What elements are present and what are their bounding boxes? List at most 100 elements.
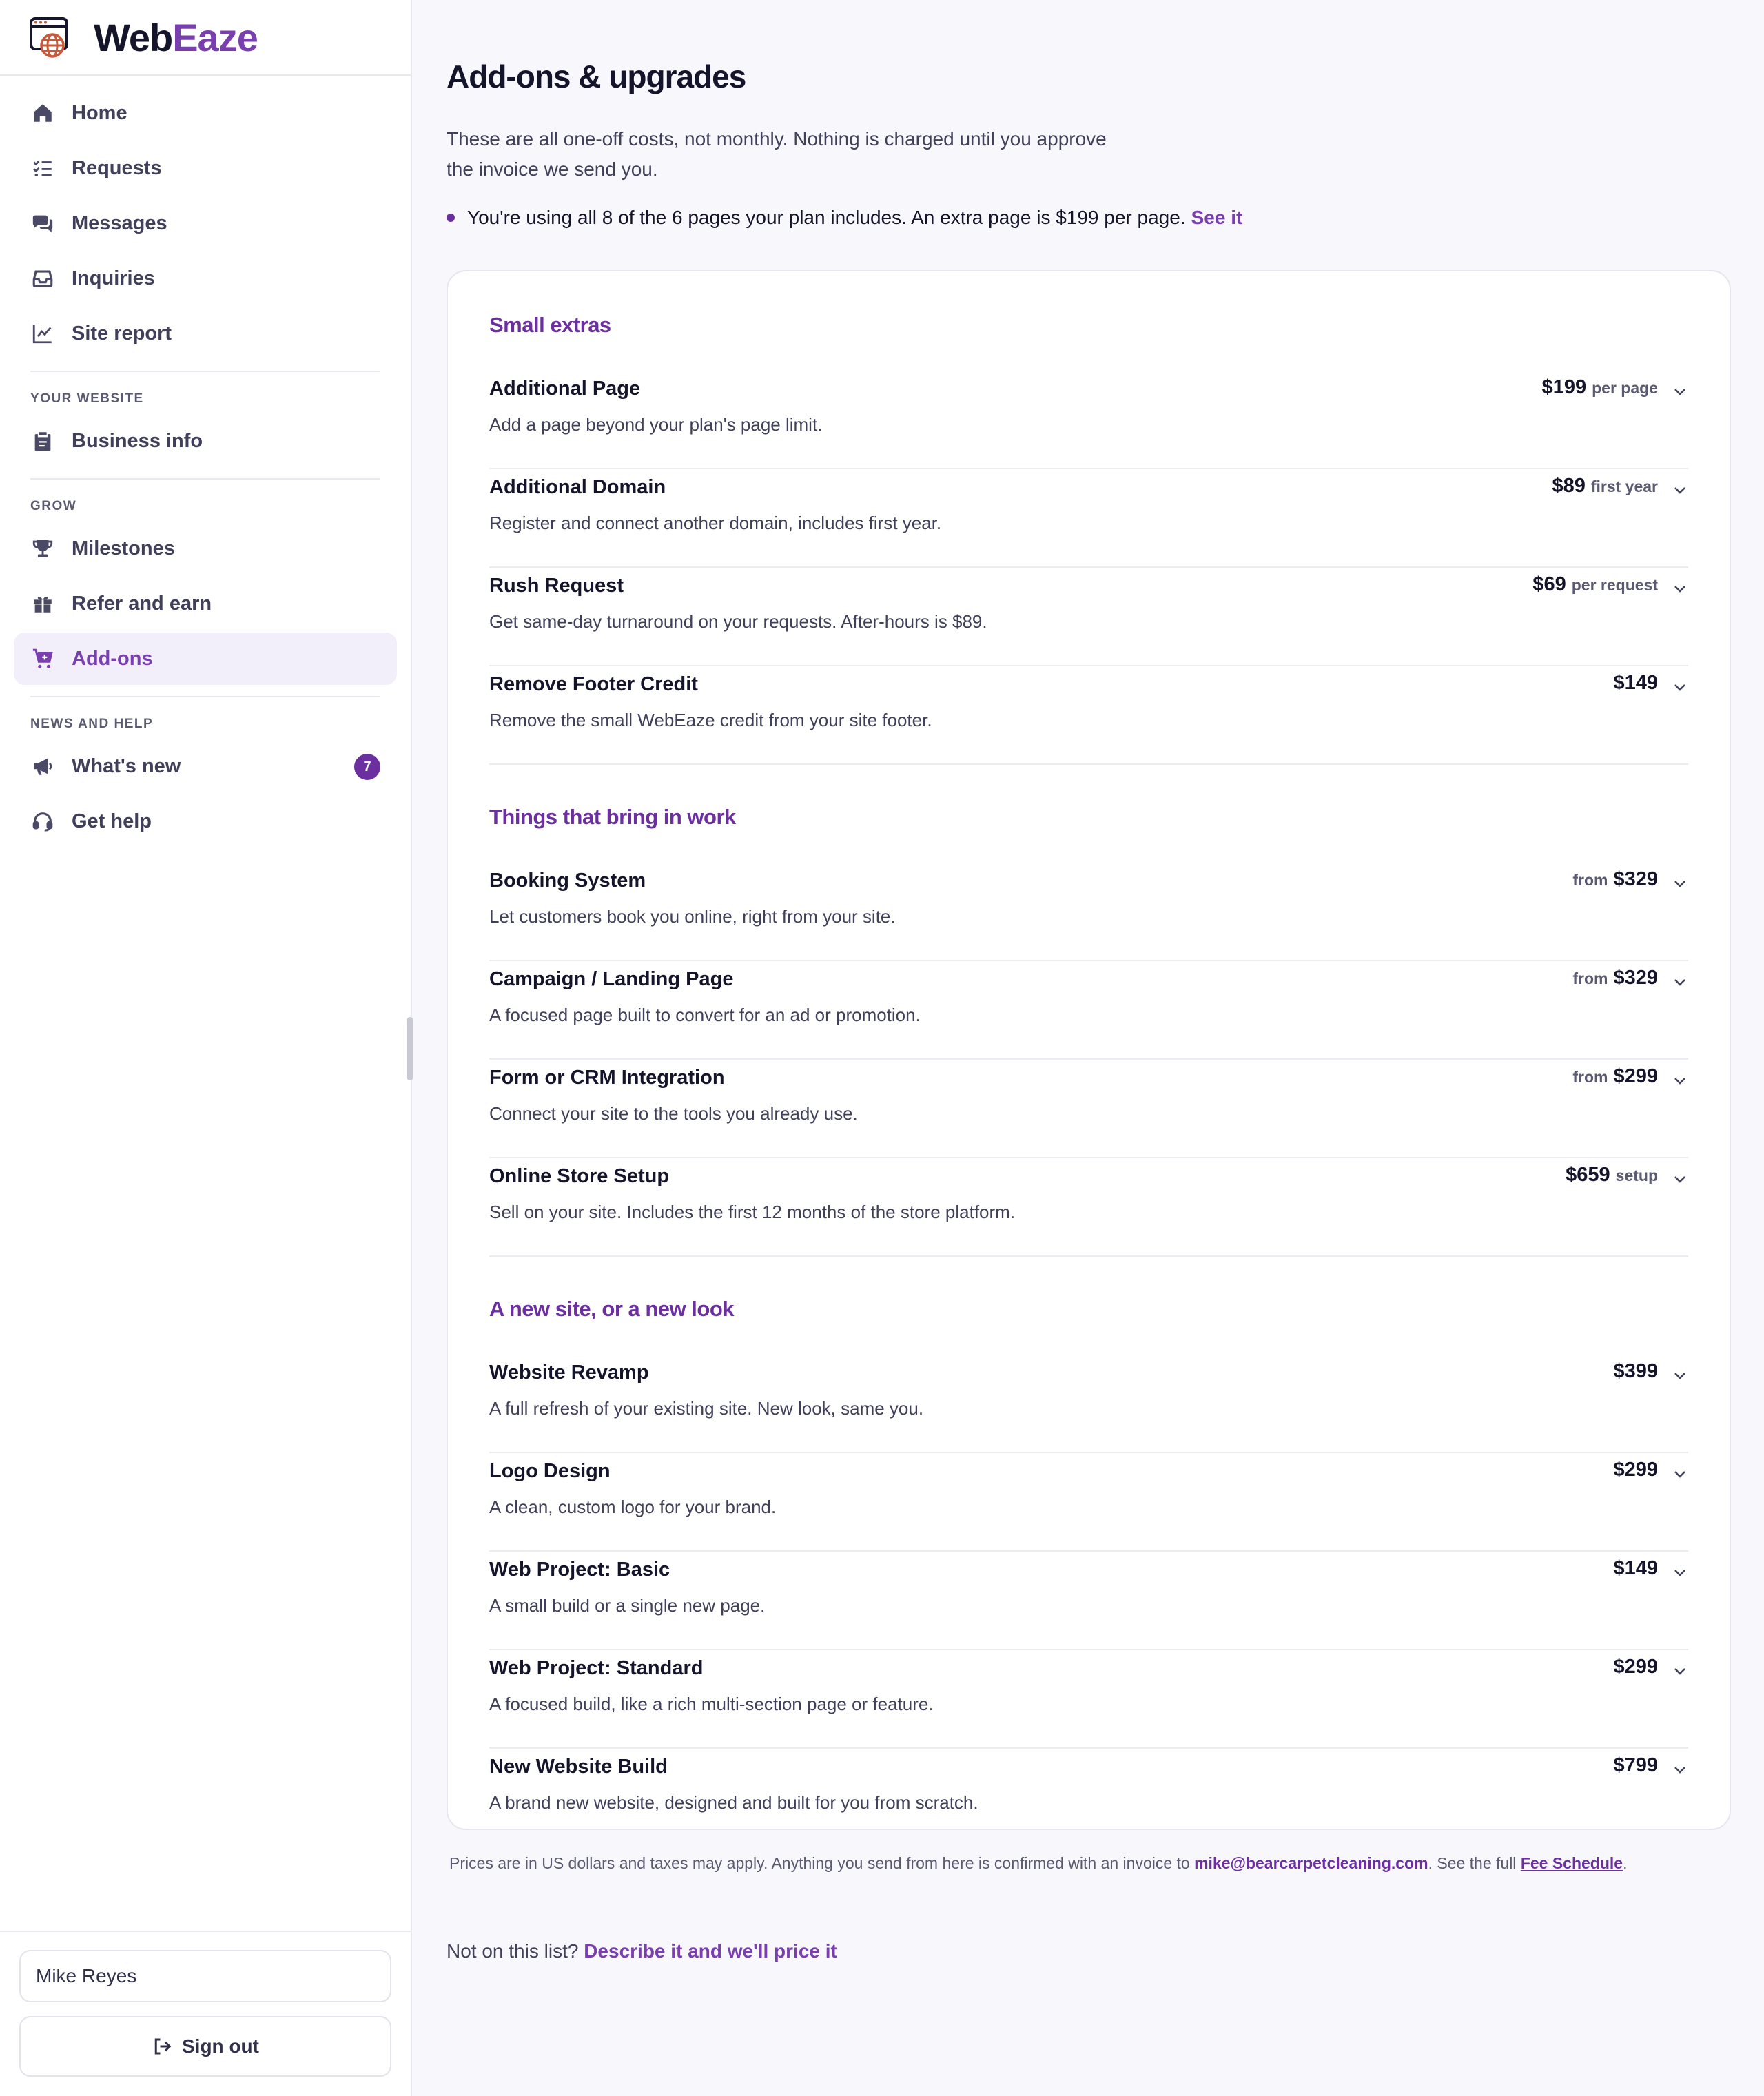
- addon-price: $149: [1613, 672, 1658, 695]
- nav-heading-your-website: YOUR WEBSITE: [30, 391, 144, 406]
- addon-row[interactable]: Additional Domain Register and connect a…: [489, 469, 1688, 568]
- not-on-list-prompt: Not on this list? Describe it and we'll …: [447, 1940, 837, 1962]
- nav-divider: [30, 478, 380, 480]
- chevron-down-icon[interactable]: [1672, 1663, 1688, 1679]
- sign-out-label: Sign out: [182, 2035, 259, 2057]
- sidebar-item-whats-new[interactable]: What's new 7: [14, 740, 397, 792]
- chevron-down-icon[interactable]: [1672, 580, 1688, 597]
- sidebar-item-inquiries[interactable]: Inquiries: [14, 252, 397, 305]
- user-name: Mike Reyes: [36, 1965, 137, 1986]
- price-prefix: from: [1572, 969, 1608, 987]
- sidebar-item-get-help[interactable]: Get help: [14, 795, 397, 847]
- addon-description: A small build or a single new page.: [489, 1595, 766, 1616]
- addon-row[interactable]: Form or CRM Integration Connect your sit…: [489, 1060, 1688, 1158]
- addon-description: A clean, custom logo for your brand.: [489, 1497, 777, 1517]
- notice-text: You're using all 8 of the 6 pages your p…: [467, 207, 1186, 228]
- page-limit-notice: You're using all 8 of the 6 pages your p…: [447, 207, 1242, 229]
- addon-row[interactable]: Remove Footer Credit Remove the small We…: [489, 666, 1688, 765]
- sidebar-item-label: Business info: [72, 429, 203, 452]
- chevron-down-icon[interactable]: [1672, 875, 1688, 892]
- price-amount: $659: [1566, 1164, 1610, 1186]
- chevron-down-icon[interactable]: [1672, 383, 1688, 400]
- addon-row[interactable]: New Website Build A brand new website, d…: [489, 1749, 1688, 1847]
- addon-name: Web Project: Standard: [489, 1657, 704, 1679]
- chevron-down-icon[interactable]: [1672, 1072, 1688, 1089]
- addon-row[interactable]: Web Project: Standard A focused build, l…: [489, 1650, 1688, 1749]
- chevron-down-icon[interactable]: [1672, 1367, 1688, 1384]
- sidebar-item-refer-and-earn[interactable]: Refer and earn: [14, 577, 397, 630]
- see-it-link[interactable]: See it: [1191, 207, 1243, 229]
- addon-row[interactable]: Additional Page Add a page beyond your p…: [489, 371, 1688, 469]
- addon-name: Website Revamp: [489, 1362, 649, 1384]
- fee-schedule-link[interactable]: Fee Schedule: [1521, 1854, 1623, 1872]
- addon-name: Rush Request: [489, 575, 624, 597]
- addon-row[interactable]: Booking System Let customers book you on…: [489, 863, 1688, 961]
- section-title-new-site-or-new-look: A new site, or a new look: [489, 1297, 735, 1321]
- chevron-down-icon[interactable]: [1672, 1564, 1688, 1581]
- sign-out-button[interactable]: Sign out: [19, 2016, 391, 2077]
- sidebar-item-label: Site report: [72, 322, 172, 345]
- chat-bubbles-icon: [30, 211, 55, 236]
- nav-heading-news-and-help: NEWS AND HELP: [30, 717, 154, 731]
- nav-divider: [30, 371, 380, 372]
- chevron-down-icon[interactable]: [1672, 974, 1688, 990]
- addon-row[interactable]: Online Store Setup Sell on your site. In…: [489, 1158, 1688, 1257]
- sidebar-item-label: Refer and earn: [72, 592, 212, 615]
- price-prefix: from: [1572, 871, 1608, 889]
- price-amount: $69: [1532, 573, 1566, 595]
- nav-heading-grow: GROW: [30, 499, 77, 513]
- chevron-down-icon[interactable]: [1672, 1466, 1688, 1482]
- chevron-down-icon[interactable]: [1672, 679, 1688, 695]
- price-suffix: per request: [1571, 576, 1658, 594]
- user-name-box[interactable]: Mike Reyes: [19, 1950, 391, 2002]
- sidebar-item-add-ons[interactable]: Add-ons: [14, 633, 397, 685]
- addon-name: Additional Domain: [489, 476, 666, 498]
- logo-browser-globe-icon: [30, 17, 68, 58]
- addon-description: A focused page built to convert for an a…: [489, 1005, 921, 1025]
- sidebar-item-label: Milestones: [72, 537, 175, 559]
- addon-name: Logo Design: [489, 1460, 611, 1482]
- addon-name: Booking System: [489, 870, 646, 892]
- list-check-icon: [30, 156, 55, 181]
- sidebar-item-label: Get help: [72, 810, 152, 832]
- price-amount: $299: [1613, 1459, 1658, 1481]
- price-amount: $299: [1613, 1065, 1658, 1087]
- page-intro: These are all one-off costs, not monthly…: [447, 128, 1107, 180]
- sidebar-item-business-info[interactable]: Business info: [14, 415, 397, 467]
- sidebar-item-milestones[interactable]: Milestones: [14, 522, 397, 575]
- price-amount: $399: [1613, 1360, 1658, 1382]
- sidebar-item-home[interactable]: Home: [14, 87, 397, 139]
- chevron-down-icon[interactable]: [1672, 1761, 1688, 1778]
- addon-name: Web Project: Basic: [489, 1559, 670, 1581]
- addon-row[interactable]: Rush Request Get same-day turnaround on …: [489, 568, 1688, 666]
- addon-description: Remove the small WebEaze credit from you…: [489, 710, 932, 730]
- describe-request-link[interactable]: Describe it and we'll price it: [584, 1940, 837, 1962]
- sidebar-item-requests[interactable]: Requests: [14, 142, 397, 194]
- megaphone-icon: [30, 754, 55, 779]
- addon-row[interactable]: Website Revamp A full refresh of your ex…: [489, 1355, 1688, 1453]
- addon-price: from $329: [1572, 868, 1658, 891]
- section-title-small-extras: Small extras: [489, 313, 611, 337]
- price-amount: $799: [1613, 1754, 1658, 1776]
- chevron-down-icon[interactable]: [1672, 482, 1688, 498]
- addon-description: Get same-day turnaround on your requests…: [489, 611, 987, 632]
- brand[interactable]: WebEaze: [0, 0, 411, 76]
- price-suffix: first year: [1590, 477, 1658, 495]
- sidebar-item-messages[interactable]: Messages: [14, 197, 397, 249]
- headset-icon: [30, 809, 55, 834]
- addon-row[interactable]: Web Project: Basic A small build or a si…: [489, 1552, 1688, 1650]
- price-amount: $329: [1613, 868, 1658, 890]
- clipboard-icon: [30, 429, 55, 453]
- addon-price: $89 first year: [1552, 475, 1658, 497]
- price-amount: $89: [1552, 475, 1586, 497]
- notification-badge: 7: [354, 754, 380, 780]
- addon-row[interactable]: Logo Design A clean, custom logo for you…: [489, 1453, 1688, 1552]
- cart-plus-icon: [30, 646, 55, 671]
- chevron-down-icon[interactable]: [1672, 1171, 1688, 1187]
- addon-price: $399: [1613, 1360, 1658, 1383]
- addon-price: $69 per request: [1532, 573, 1658, 596]
- sidebar-resize-handle[interactable]: [407, 1017, 413, 1080]
- sidebar-item-site-report[interactable]: Site report: [14, 307, 397, 360]
- addon-row[interactable]: Campaign / Landing Page A focused page b…: [489, 961, 1688, 1060]
- price-prefix: from: [1572, 1068, 1608, 1086]
